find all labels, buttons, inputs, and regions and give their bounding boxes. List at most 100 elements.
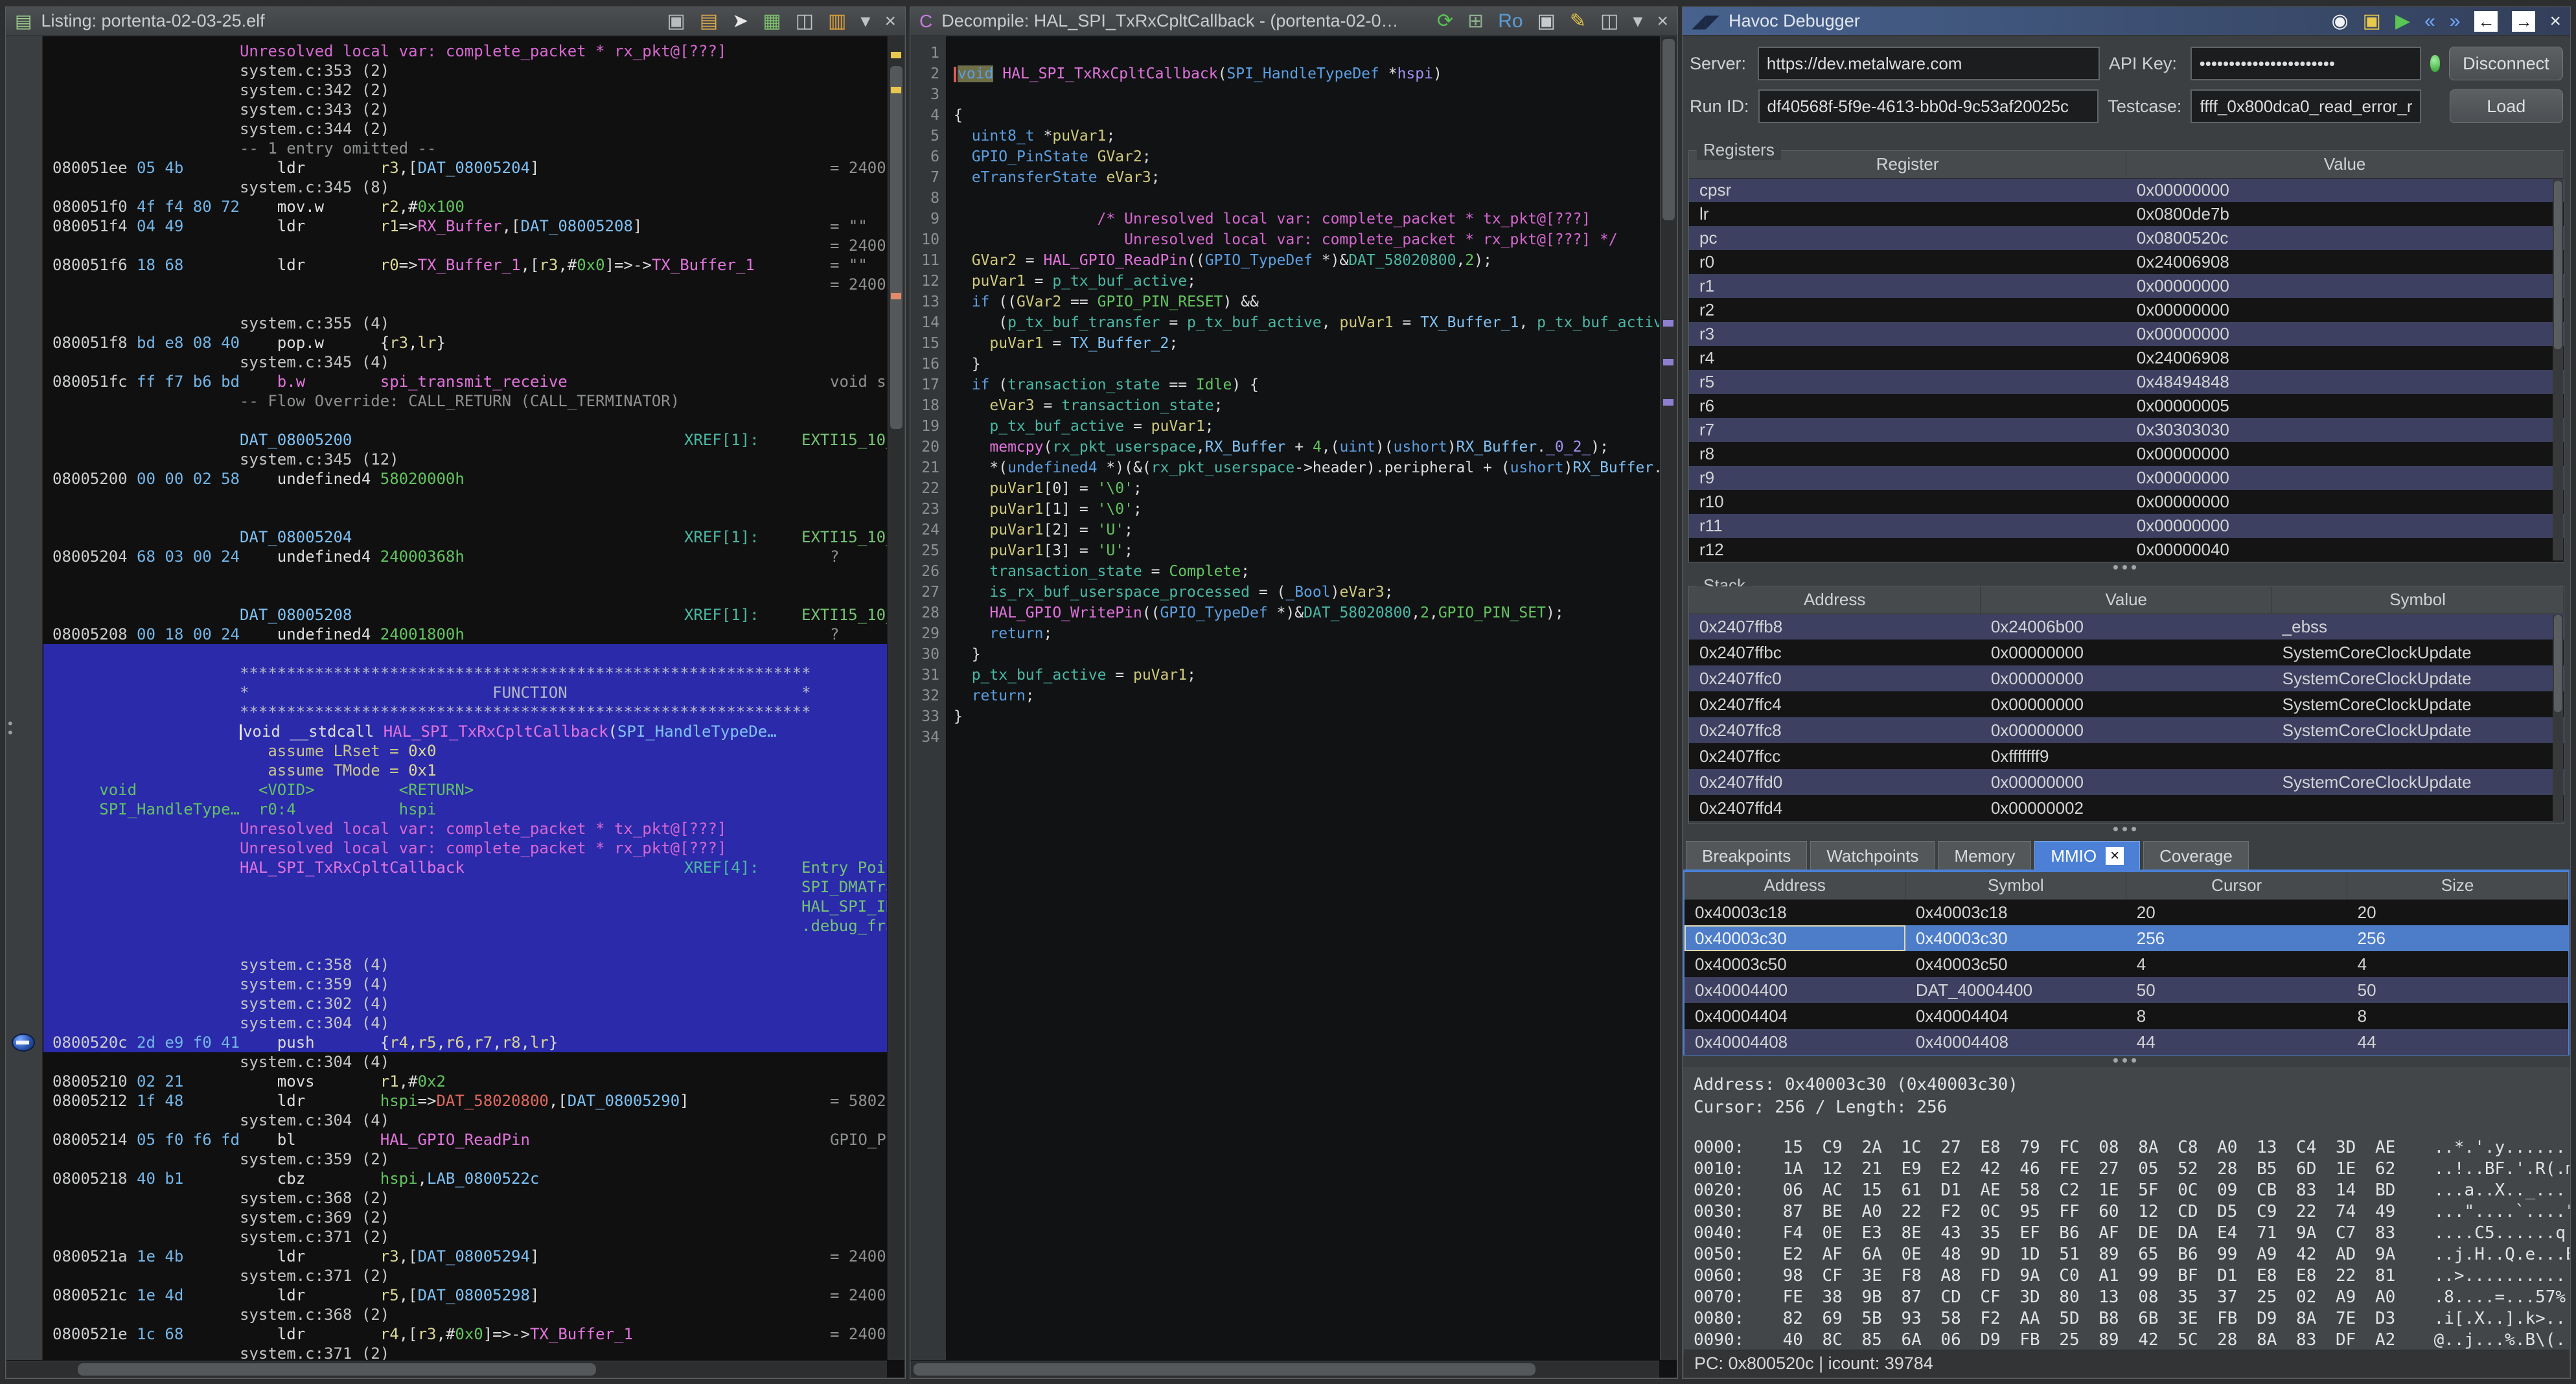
- listing-line[interactable]: 08005212 1f 48 ldr hspi=>DAT_58020800,[D…: [43, 1091, 887, 1111]
- listing-line[interactable]: system.c:302 (4): [43, 994, 887, 1013]
- column-header[interactable]: Value: [1981, 586, 2272, 614]
- listing-line[interactable]: system.c:304 (4): [43, 1111, 887, 1130]
- listing-line[interactable]: system.c:344 (2): [43, 119, 887, 139]
- listing-line[interactable]: -- 1 entry omitted --: [43, 139, 887, 158]
- listing-line[interactable]: 080051f0 4f f4 80 72 mov.w r2,#0x100: [43, 197, 887, 216]
- listing-line[interactable]: system.c:358 (4): [43, 955, 887, 975]
- decompiler-line[interactable]: 20 memcpy(rx_pkt_userspace,RX_Buffer + 4…: [911, 437, 1659, 457]
- record-icon[interactable]: ◉: [2331, 10, 2348, 32]
- hex-row[interactable]: 0000: 15 C9 2A 1C 27 E8 79 FC 08 8A C8 A…: [1694, 1137, 2559, 1159]
- listing-title-bar[interactable]: ▤ Listing: portenta-02-03-25.elf ▣▤➤▦◫▥▾…: [6, 7, 905, 36]
- listing-line[interactable]: -- Flow Override: CALL_RETURN (CALL_TERM…: [43, 391, 887, 411]
- listing-line[interactable]: 080051f8 bd e8 08 40 pop.w {r3,lr}: [43, 333, 887, 352]
- decompiler-line[interactable]: 27 is_rx_buf_userspace_processed = (_Boo…: [911, 582, 1659, 603]
- register-row[interactable]: r50x48494848: [1689, 370, 2564, 394]
- listing-horizontal-scrollbar[interactable]: [6, 1361, 887, 1378]
- decompiler-vertical-scrollbar[interactable]: [1660, 36, 1677, 1360]
- server-input[interactable]: [1758, 47, 2100, 80]
- tab-coverage[interactable]: Coverage: [2143, 841, 2249, 870]
- hex-row[interactable]: 0050: E2 AF 6A 0E 48 9D 1D 51 89 65 B6 9…: [1694, 1244, 2559, 1265]
- register-row[interactable]: pc0x0800520c: [1689, 226, 2564, 250]
- register-row[interactable]: r100x00000000: [1689, 490, 2564, 514]
- listing-line[interactable]: = 24000368: [43, 275, 887, 294]
- stack-row[interactable]: 0x2407ffbc0x00000000SystemCoreClockUpdat…: [1689, 640, 2564, 665]
- stack-scrollbar[interactable]: [2553, 615, 2563, 822]
- nav-forward-icon[interactable]: →: [2512, 11, 2535, 32]
- listing-line[interactable]: HAL_SPI_IRQHandler:0800e: [43, 897, 887, 916]
- listing-line[interactable]: = 24001800: [43, 236, 887, 255]
- decompiler-line[interactable]: 31 p_tx_buf_active = puVar1;: [911, 665, 1659, 686]
- register-row[interactable]: r80x00000000: [1689, 442, 2564, 466]
- register-row[interactable]: r70x30303030: [1689, 418, 2564, 442]
- memory-chip-icon[interactable]: ▥: [828, 10, 846, 32]
- listing-line[interactable]: assume LRset = 0x0: [43, 741, 887, 761]
- decompiler-line[interactable]: 19 p_tx_buf_active = puVar1;: [911, 416, 1659, 437]
- edit-icon[interactable]: ✎: [1570, 10, 1586, 32]
- listing-line[interactable]: 080051fc ff f7 b6 bd b.w spi_transmit_re…: [43, 372, 887, 391]
- column-header[interactable]: Size: [2347, 872, 2568, 899]
- decompiler-line[interactable]: 11 GVar2 = HAL_GPIO_ReadPin((GPIO_TypeDe…: [911, 250, 1659, 271]
- decompiler-line[interactable]: 22 puVar1[0] = '\0';: [911, 478, 1659, 499]
- listing-line[interactable]: 08005204 68 03 00 24 undefined4 24000368…: [43, 547, 887, 566]
- snapshot-icon[interactable]: ◫: [796, 10, 814, 32]
- listing-line[interactable]: SPI_HandleType… r0:4 hspi: [43, 800, 887, 819]
- listing-line[interactable]: 08005214 05 f0 f6 fd bl HAL_GPIO_ReadPin…: [43, 1130, 887, 1149]
- decompiler-line[interactable]: 34: [911, 727, 1659, 748]
- run-id-input[interactable]: [1758, 89, 2099, 123]
- stack-row[interactable]: 0x2407ffb80x24006b00_ebss: [1689, 614, 2564, 640]
- mmio-row[interactable]: 0x40003c180x40003c182020: [1685, 899, 2568, 925]
- close-icon[interactable]: ×: [1657, 10, 1668, 32]
- stack-row[interactable]: 0x2407ffcc0xfffffff9: [1689, 743, 2564, 769]
- debugger-title-bar[interactable]: ◢◤ Havoc Debugger ◉▣▶«»←→×: [1683, 7, 2570, 36]
- listing-line[interactable]: system.c:371 (2): [43, 1344, 887, 1360]
- hex-row[interactable]: 0060: 98 CF 3E F8 A8 FD 9A C0 A1 99 BF D…: [1694, 1265, 2559, 1287]
- tab-breakpoints[interactable]: Breakpoints: [1686, 841, 1807, 870]
- listing-line[interactable]: .debug_frame::00000934: [43, 916, 887, 936]
- tab-close-icon[interactable]: ×: [2106, 847, 2124, 865]
- register-row[interactable]: r10x00000000: [1689, 274, 2564, 298]
- decompiler-line[interactable]: 4{: [911, 105, 1659, 126]
- decompiler-line[interactable]: 16 }: [911, 354, 1659, 375]
- listing-line[interactable]: 08005218 40 b1 cbz hspi,LAB_0800522c: [43, 1169, 887, 1188]
- register-row[interactable]: r20x00000000: [1689, 298, 2564, 322]
- decompiler-line[interactable]: 21 *(undefined4 *)(&(rx_pkt_userspace->h…: [911, 457, 1659, 478]
- column-header[interactable]: Address: [1685, 872, 1905, 899]
- load-button[interactable]: Load: [2450, 89, 2563, 123]
- decompiler-line[interactable]: 23 puVar1[1] = '\0';: [911, 499, 1659, 520]
- run-icon[interactable]: ▶: [2395, 10, 2410, 32]
- stack-row[interactable]: 0x2407ffd00x00000000SystemCoreClockUpdat…: [1689, 769, 2564, 795]
- listing-line[interactable]: void __stdcall HAL_SPI_TxRxCpltCallback(…: [43, 722, 887, 741]
- listing-line[interactable]: [43, 489, 887, 508]
- mmio-row[interactable]: 0x40003c500x40003c5044: [1685, 951, 2568, 977]
- decompiler-horizontal-scrollbar[interactable]: [911, 1361, 1659, 1378]
- decompiler-line[interactable]: 10 Unresolved local var: complete_packet…: [911, 229, 1659, 250]
- listing-line[interactable]: system.c:342 (2): [43, 80, 887, 100]
- api-key-input[interactable]: [2191, 47, 2421, 80]
- close-icon[interactable]: ×: [2549, 10, 2561, 32]
- listing-line[interactable]: Unresolved local var: complete_packet * …: [43, 41, 887, 61]
- listing-line[interactable]: * FUNCTION *: [43, 683, 887, 702]
- graph-icon[interactable]: ⊞: [1467, 10, 1484, 32]
- listing-line[interactable]: system.c:304 (4): [43, 1013, 887, 1033]
- register-row[interactable]: r110x00000000: [1689, 514, 2564, 538]
- listing-line[interactable]: 0800520c 2d e9 f0 41 push {r4,r5,r6,r7,r…: [43, 1033, 887, 1052]
- listing-line[interactable]: system.c:345 (12): [43, 450, 887, 469]
- column-header[interactable]: Value: [2126, 151, 2564, 178]
- decompiler-line[interactable]: 9 /* Unresolved local var: complete_pack…: [911, 209, 1659, 229]
- listing-line[interactable]: [43, 566, 887, 586]
- listing-line[interactable]: system.c:345 (4): [43, 352, 887, 372]
- decompiler-line[interactable]: 24 puVar1[2] = 'U';: [911, 520, 1659, 540]
- listing-line[interactable]: system.c:368 (2): [43, 1188, 887, 1208]
- disconnect-button[interactable]: Disconnect: [2449, 47, 2563, 80]
- decompiler-line[interactable]: 32 return;: [911, 686, 1659, 706]
- decompiler-line[interactable]: 17 if (transaction_state == Idle) {: [911, 375, 1659, 395]
- mmio-row[interactable]: 0x400044040x4000440488: [1685, 1003, 2568, 1029]
- decompiler-line[interactable]: 29 return;: [911, 623, 1659, 644]
- mmio-row[interactable]: 0x40003c300x40003c30256256: [1685, 925, 2568, 951]
- hex-row[interactable]: 0020: 06 AC 15 61 D1 AE 58 C2 1E 5F 0C 0…: [1694, 1180, 2559, 1201]
- decompiler-line[interactable]: 25 puVar1[3] = 'U';: [911, 540, 1659, 561]
- register-row[interactable]: r00x24006908: [1689, 250, 2564, 274]
- testcase-input[interactable]: [2191, 89, 2421, 123]
- cursor-location-icon[interactable]: ➤: [732, 10, 748, 32]
- listing-line[interactable]: 08005208 00 18 00 24 undefined4 24001800…: [43, 625, 887, 644]
